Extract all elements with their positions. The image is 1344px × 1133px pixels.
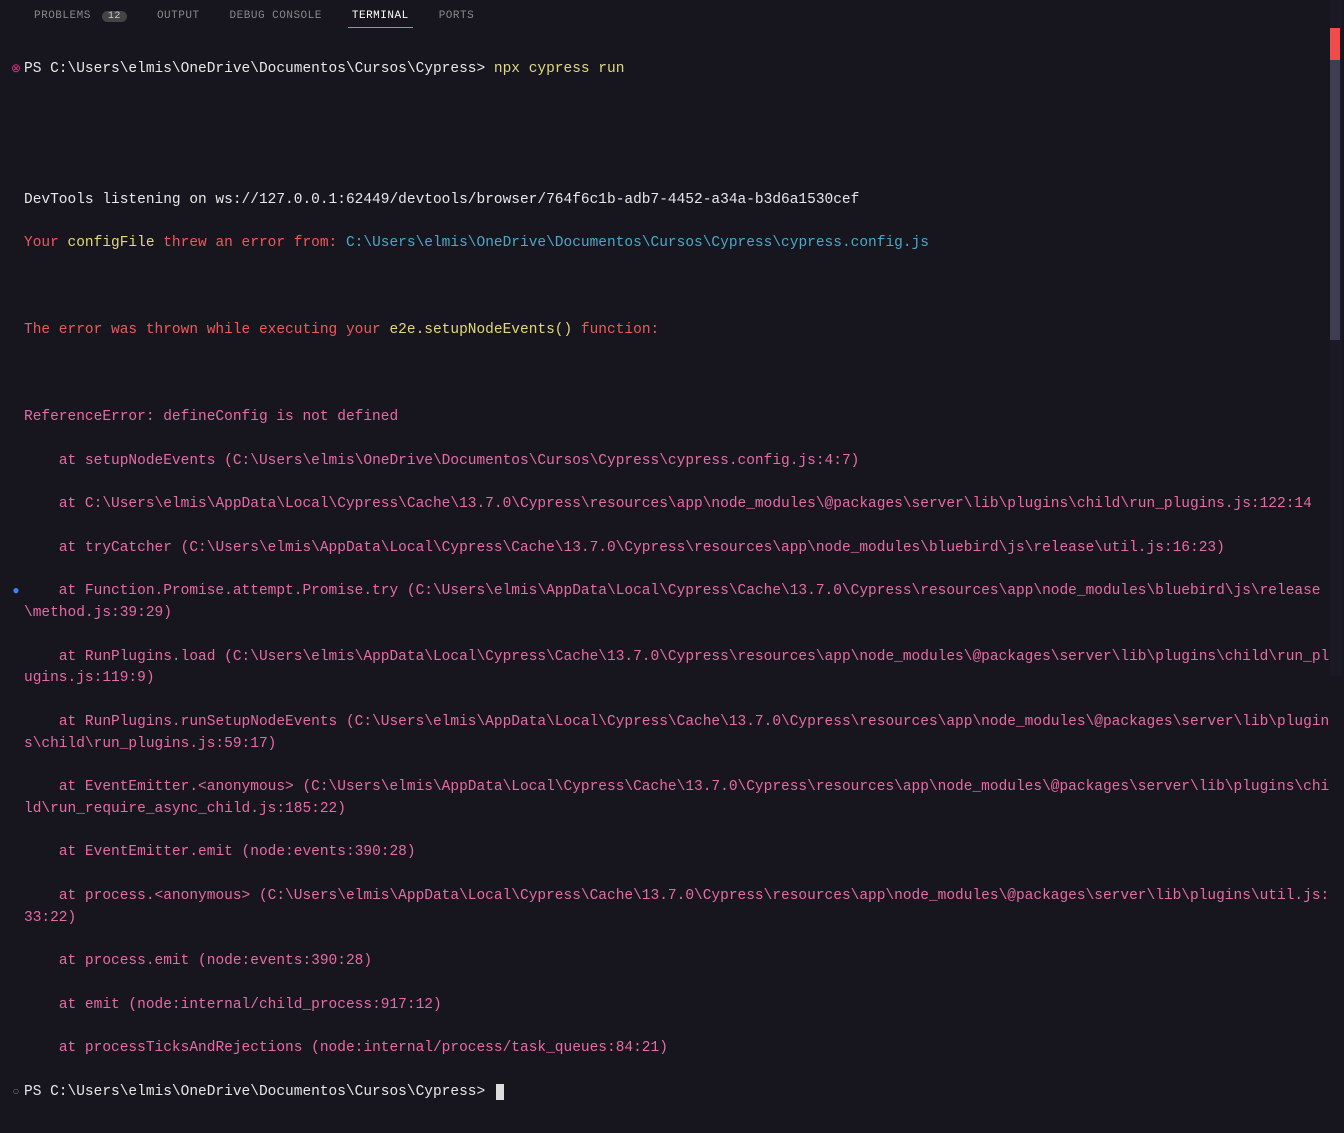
stack-line: at emit (node:internal/child_process:917… (12, 995, 1334, 1017)
stack-line: ● at Function.Promise.attempt.Promise.tr… (12, 581, 1334, 625)
tab-debug-console[interactable]: DEBUG CONSOLE (226, 6, 326, 28)
text: function: (572, 322, 659, 338)
scrollbar-error-marker[interactable] (1330, 28, 1340, 64)
stack-line: at RunPlugins.load (C:\Users\elmis\AppDa… (12, 647, 1334, 691)
tab-ports[interactable]: PORTS (435, 6, 479, 28)
blank-line (12, 277, 1334, 299)
text: configFile (68, 235, 155, 251)
prompt-path: C:\Users\elmis\OneDrive\Documentos\Curso… (50, 61, 485, 77)
text: The error was thrown while executing you… (24, 322, 389, 338)
blank-line (12, 364, 1334, 386)
stack-line: at EventEmitter.<anonymous> (C:\Users\el… (12, 777, 1334, 821)
scrollbar-thumb[interactable] (1330, 60, 1340, 340)
prompt-prefix: PS (24, 61, 50, 77)
panel-tabs: PROBLEMS 12 OUTPUT DEBUG CONSOLE TERMINA… (0, 0, 1344, 30)
tab-label: PROBLEMS (34, 10, 91, 22)
blank-line (12, 103, 1334, 125)
prompt-prefix: PS (24, 1084, 50, 1100)
tab-output[interactable]: OUTPUT (153, 6, 204, 28)
problems-badge: 12 (102, 11, 127, 22)
prompt-path: C:\Users\elmis\OneDrive\Documentos\Curso… (50, 1084, 485, 1100)
stack-line: ReferenceError: defineConfig is not defi… (12, 407, 1334, 429)
stack-line: at process.emit (node:events:390:28) (12, 951, 1334, 973)
config-error-line: Your configFile threw an error from: C:\… (12, 233, 1334, 255)
stack-line: at process.<anonymous> (C:\Users\elmis\A… (12, 886, 1334, 930)
circle-icon: ○ (8, 1083, 24, 1101)
stack-line: at processTicksAndRejections (node:inter… (12, 1038, 1334, 1060)
prompt-line: ⊗PS C:\Users\elmis\OneDrive\Documentos\C… (12, 59, 1334, 81)
text: threw an error from: (155, 235, 346, 251)
text: at Function.Promise.attempt.Promise.try … (24, 583, 1321, 621)
circle-error-icon: ⊗ (8, 60, 24, 78)
tab-terminal[interactable]: TERMINAL (348, 6, 413, 28)
scrollbar[interactable] (1330, 0, 1342, 676)
stack-line: at EventEmitter.emit (node:events:390:28… (12, 842, 1334, 864)
devtools-line: DevTools listening on ws://127.0.0.1:624… (12, 190, 1334, 212)
stack-line: at tryCatcher (C:\Users\elmis\AppData\Lo… (12, 538, 1334, 560)
text: e2e.setupNodeEvents() (389, 322, 572, 338)
tab-problems[interactable]: PROBLEMS 12 (30, 6, 131, 28)
config-error-line2: The error was thrown while executing you… (12, 320, 1334, 342)
terminal-output[interactable]: ⊗PS C:\Users\elmis\OneDrive\Documentos\C… (0, 30, 1344, 1133)
prompt-line: ○PS C:\Users\elmis\OneDrive\Documentos\C… (12, 1082, 1334, 1104)
text: C:\Users\elmis\OneDrive\Documentos\Curso… (346, 235, 929, 251)
circle-dot-icon: ● (8, 582, 24, 600)
text: Your (24, 235, 68, 251)
command-text: npx cypress run (485, 61, 624, 77)
cursor-icon (496, 1084, 504, 1100)
stack-line: at RunPlugins.runSetupNodeEvents (C:\Use… (12, 712, 1334, 756)
stack-line: at setupNodeEvents (C:\Users\elmis\OneDr… (12, 451, 1334, 473)
blank-line (12, 146, 1334, 168)
stack-line: at C:\Users\elmis\AppData\Local\Cypress\… (12, 494, 1334, 516)
